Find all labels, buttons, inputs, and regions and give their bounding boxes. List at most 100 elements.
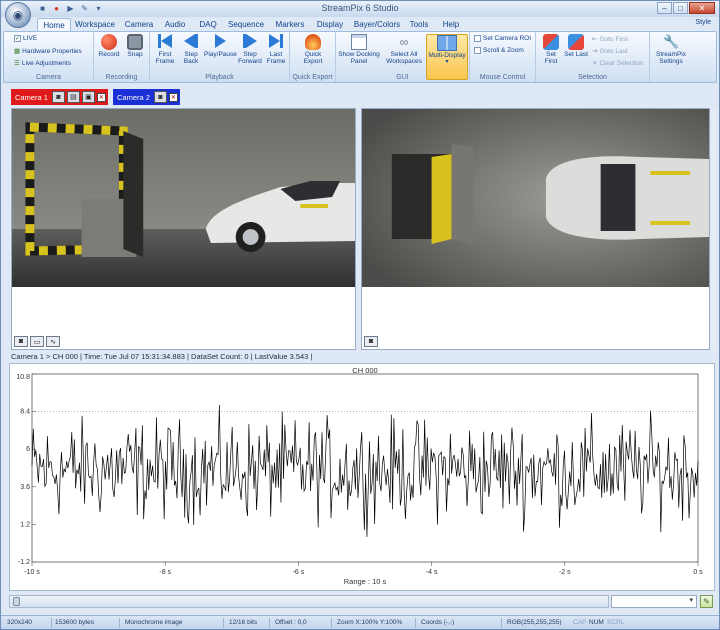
goto-first-label: Goto First [599, 35, 628, 43]
camera-2-toolbar: ◙ [364, 336, 378, 347]
play-pause-label: Play/Pause [204, 51, 237, 58]
status-image-type: Monochrome image [125, 619, 183, 626]
tab-workspace[interactable]: Workspace [73, 18, 117, 31]
tab-display[interactable]: Display [313, 18, 347, 31]
hardware-label: Hardware Properties [22, 47, 82, 55]
quick-export-button[interactable]: Quick Export [298, 34, 328, 65]
scroll-checkbox-box [474, 47, 481, 54]
scroll-zoom-checkbox[interactable]: Scroll & Zoom [474, 47, 524, 54]
close-button[interactable]: ✕ [689, 2, 715, 14]
timeline-slider[interactable] [9, 595, 609, 608]
camera-icon[interactable]: ◙ [51, 91, 65, 103]
camera-status-line: Camera 1 > CH 000 | Time: Tue Jul 07 15:… [11, 352, 313, 361]
camera-1-tab[interactable]: Camera 1 ◙ ▤ ▣ ✕ [11, 89, 108, 105]
goto-last-button[interactable]: ⇥ Goto Last [592, 47, 628, 56]
tab-help[interactable]: Help [439, 18, 463, 31]
wrench-settings-icon: 🔧 [663, 34, 680, 49]
status-bar: 320x240 153600 bytes Monochrome image 12… [1, 615, 719, 629]
y-tick-label: 6 [26, 446, 30, 453]
gui-group-label: GUI [396, 74, 409, 81]
slider-thumb[interactable] [13, 597, 20, 606]
record-circle-icon [101, 34, 117, 50]
chart-title: CH 000 [352, 366, 377, 375]
select-all-label: Select All Workspaces [386, 51, 422, 65]
ribbon: ✓ LIVE ▦ Hardware Properties ☰ Live Adju… [3, 31, 717, 83]
hardware-properties-button[interactable]: ▦ Hardware Properties [14, 47, 82, 56]
goto-first-icon: ⇤ [592, 36, 598, 43]
show-docking-panel-button[interactable]: Show Docking Panel [338, 34, 380, 65]
y-tick-label: 8.4 [20, 409, 30, 416]
camera-group-label: Camera [36, 74, 61, 81]
minimize-button[interactable]: – [657, 2, 672, 14]
goto-last-label: Goto Last [599, 47, 628, 55]
tab-camera[interactable]: Camera [121, 18, 157, 31]
camera-icon[interactable]: ◙ [364, 336, 378, 347]
tape-icon[interactable]: ▭ [30, 336, 44, 347]
clear-selection-button[interactable]: ✕ Clear Selection [592, 59, 644, 68]
camera-2-tab[interactable]: Camera 2 ◙ ✕ [113, 89, 180, 105]
set-first-label: Set First [544, 51, 558, 65]
camera-1-view[interactable]: ◙ ▭ ∿ [11, 108, 356, 350]
select-all-workspaces-button[interactable]: ∞ Select All Workspaces [383, 34, 425, 65]
settings-label: StreamPix Settings [656, 51, 686, 65]
last-frame-button[interactable]: Last Frame [264, 34, 288, 65]
vertical-scrollbar[interactable] [711, 108, 717, 350]
step-forward-button[interactable]: Step Forward [237, 34, 263, 65]
export-flame-icon [305, 34, 321, 50]
tab-tools[interactable]: Tools [405, 18, 433, 31]
set-camera-roi-checkbox[interactable]: Set Camera ROI [474, 35, 531, 42]
goto-last-icon: ⇥ [592, 48, 598, 55]
step-forward-icon [242, 34, 258, 50]
settings-icon[interactable]: ▤ [66, 91, 80, 103]
roi-checkbox-box [474, 35, 481, 42]
check-icon: ✓ [14, 35, 21, 42]
streampix-settings-button[interactable]: 🔧 StreamPix Settings [653, 34, 689, 65]
status-num: NUM [589, 619, 604, 626]
tab-daq[interactable]: DAQ [195, 18, 221, 31]
quick-export-label: Quick Export [303, 51, 323, 65]
display-icon[interactable]: ▣ [81, 91, 95, 103]
snap-button[interactable]: Snap [123, 34, 147, 58]
live-checkbox[interactable]: ✓ LIVE [14, 35, 37, 42]
app-menu-button[interactable]: ◉ [5, 2, 31, 28]
graph-icon[interactable]: ∿ [46, 336, 60, 347]
tab-sequence[interactable]: Sequence [225, 18, 267, 31]
docking-panel-icon [351, 34, 367, 50]
camera-2-image [362, 109, 709, 287]
daq-chart-panel[interactable]: CH 000 10.8 8.4 6 3.6 1.2 -1.2 -10 s -8 s -6 s -4 … [9, 363, 715, 591]
live-adjustments-button[interactable]: ☰ Live Adjustments [14, 59, 71, 68]
close-camera-1-icon[interactable]: ✕ [96, 92, 106, 102]
step-back-button[interactable]: Step Back [179, 34, 203, 65]
close-camera-2-icon[interactable]: ✕ [168, 92, 178, 102]
mouse-control-group-label: Mouse Control [479, 74, 526, 81]
pen-tool-button[interactable]: ✎ [700, 595, 713, 608]
record-button[interactable]: Record [97, 34, 121, 58]
y-tick-label: 1.2 [20, 521, 30, 528]
camera-2-view[interactable]: ◙ [361, 108, 710, 350]
status-coords: Coords (-,-) [421, 619, 455, 626]
camera-icon[interactable]: ◙ [14, 336, 28, 347]
goto-first-button[interactable]: ⇤ Goto First [592, 35, 628, 44]
style-menu[interactable]: Style [695, 19, 711, 26]
set-last-button[interactable]: Set Last [564, 34, 588, 58]
live-label: LIVE [23, 35, 38, 42]
x-tick-label: -6 s [293, 569, 305, 576]
y-tick-label: 3.6 [20, 484, 30, 491]
set-first-button[interactable]: Set First [539, 34, 563, 65]
playback-group: First Frame Step Back Play/Pause Step Fo… [150, 32, 290, 82]
tab-bayer-colors[interactable]: Bayer/Colors [351, 18, 403, 31]
multi-display-label: Multi-Display [428, 52, 466, 59]
chevron-down-icon: ▾ [689, 597, 693, 604]
tab-markers[interactable]: Markers [271, 18, 309, 31]
playback-group-label: Playback [205, 74, 234, 81]
display-combo[interactable]: ▾ [611, 595, 697, 608]
hardware-icon: ▦ [14, 48, 21, 55]
maximize-button[interactable]: □ [673, 2, 688, 14]
tab-home[interactable]: Home [37, 18, 71, 31]
settings-group: 🔧 StreamPix Settings [650, 32, 692, 82]
clear-selection-label: Clear Selection [599, 59, 644, 67]
first-frame-button[interactable]: First Frame [153, 34, 177, 65]
play-pause-button[interactable]: Play/Pause [204, 34, 237, 58]
camera-icon[interactable]: ◙ [153, 91, 167, 103]
tab-audio[interactable]: Audio [159, 18, 191, 31]
